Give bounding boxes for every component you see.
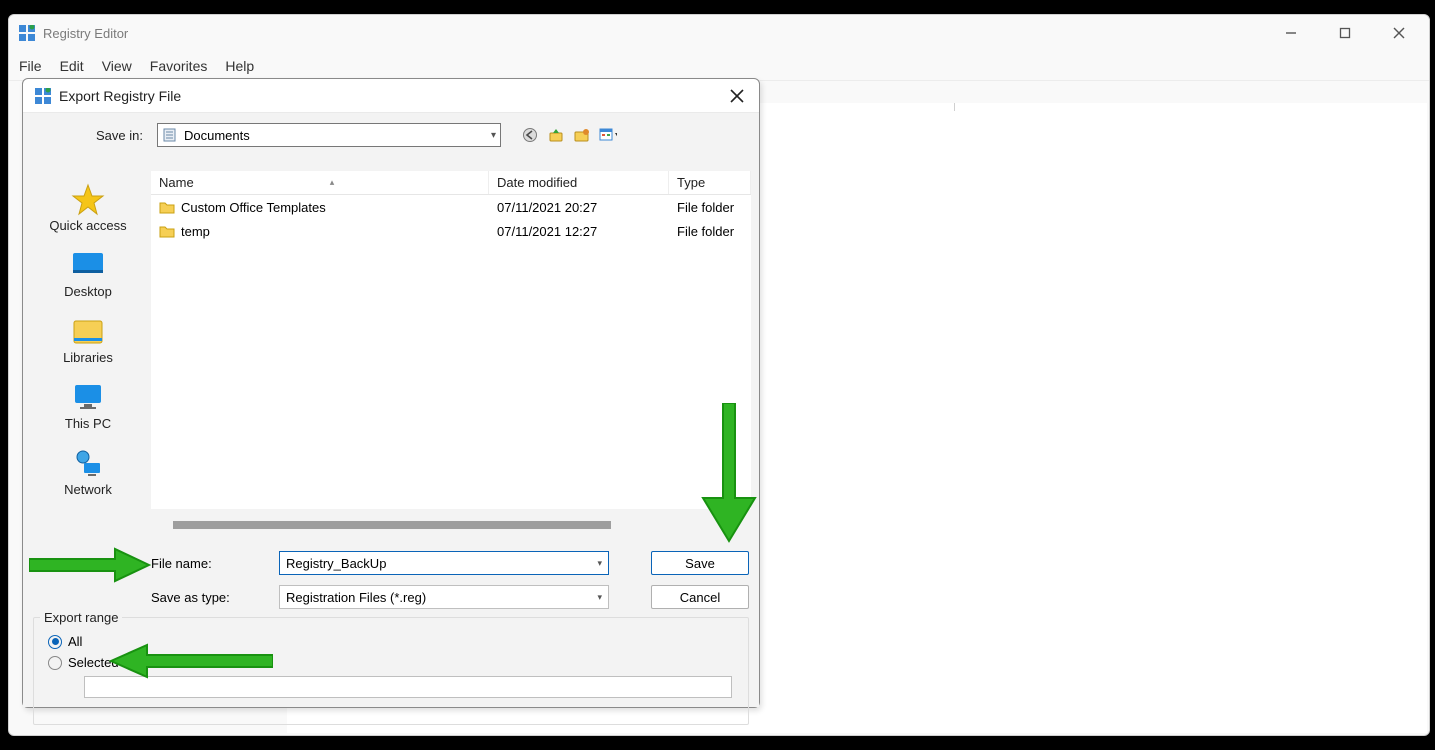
main-titlebar: Registry Editor [9, 15, 1429, 51]
back-icon[interactable] [521, 126, 539, 144]
radio-selected-label: Selected branch [68, 655, 162, 670]
sidebar-item-label: Desktop [64, 284, 112, 299]
save-as-type-value: Registration Files (*.reg) [286, 590, 597, 605]
minimize-button[interactable] [1279, 21, 1303, 45]
menu-favorites[interactable]: Favorites [150, 58, 208, 74]
annotation-arrow-filename [29, 547, 151, 583]
up-one-level-icon[interactable] [547, 126, 565, 144]
file-type: File folder [669, 224, 751, 239]
save-as-type-row: Save as type: Registration Files (*.reg)… [151, 585, 609, 609]
menu-edit[interactable]: Edit [60, 58, 84, 74]
desktop-icon [69, 249, 107, 281]
cancel-button[interactable]: Cancel [651, 585, 749, 609]
file-date: 07/11/2021 12:27 [489, 224, 669, 239]
monitor-icon [69, 381, 107, 413]
menu-help[interactable]: Help [225, 58, 254, 74]
chevron-down-icon: ▾ [597, 592, 602, 603]
sidebar-item-label: Network [64, 482, 112, 497]
column-headers: Name▴ Date modified Type [151, 171, 751, 195]
menubar: File Edit View Favorites Help [9, 51, 1429, 81]
sidebar-this-pc[interactable]: This PC [31, 377, 145, 435]
dialog-titlebar[interactable]: Export Registry File [23, 79, 759, 113]
file-date: 07/11/2021 20:27 [489, 200, 669, 215]
radio-all-label: All [68, 634, 82, 649]
folder-icon [159, 224, 175, 238]
dialog-body: Save in: Documents ▾ Quick access Deskto… [23, 113, 759, 707]
file-name: temp [181, 224, 210, 239]
folder-icon [159, 200, 175, 214]
save-as-type-select[interactable]: Registration Files (*.reg) ▾ [279, 585, 609, 609]
toolbar-icons [521, 126, 617, 144]
column-date-modified[interactable]: Date modified [489, 171, 669, 194]
save-in-value: Documents [184, 128, 485, 143]
maximize-button[interactable] [1333, 21, 1357, 45]
save-in-label: Save in: [23, 128, 151, 143]
file-list[interactable]: Name▴ Date modified Type Custom Office T… [151, 171, 751, 509]
sidebar-quick-access[interactable]: Quick access [31, 179, 145, 237]
file-name-label: File name: [151, 556, 279, 571]
radio-icon [48, 656, 62, 670]
save-button[interactable]: Save [651, 551, 749, 575]
sidebar-desktop[interactable]: Desktop [31, 245, 145, 303]
selected-branch-input[interactable] [84, 676, 732, 698]
export-range-legend: Export range [40, 610, 122, 625]
radio-icon [48, 635, 62, 649]
sidebar-network[interactable]: Network [31, 443, 145, 501]
sidebar-item-label: Libraries [63, 350, 113, 365]
radio-all[interactable]: All [48, 634, 734, 649]
save-as-type-label: Save as type: [151, 590, 279, 605]
chevron-down-icon: ▾ [597, 558, 602, 569]
chevron-down-icon: ▾ [491, 130, 496, 141]
menu-view[interactable]: View [102, 58, 132, 74]
export-registry-dialog: Export Registry File Save in: Documents … [22, 78, 760, 708]
documents-icon [162, 127, 178, 143]
column-type[interactable]: Type [669, 171, 751, 194]
close-button[interactable] [1387, 21, 1411, 45]
regedit-icon [35, 88, 51, 104]
radio-selected-branch[interactable]: Selected branch [48, 655, 734, 670]
export-range-group: Export range All Selected branch [33, 617, 749, 725]
main-window-title: Registry Editor [43, 26, 1279, 41]
sort-ascending-icon: ▴ [330, 177, 335, 188]
save-in-dropdown[interactable]: Documents ▾ [157, 123, 501, 147]
file-name-combobox[interactable]: ▾ [279, 551, 609, 575]
file-name-row: File name: ▾ [151, 551, 609, 575]
regedit-icon [19, 25, 35, 41]
save-in-row: Save in: Documents ▾ [23, 113, 759, 157]
horizontal-scrollbar[interactable] [173, 521, 611, 529]
view-menu-icon[interactable] [599, 126, 617, 144]
sidebar-libraries[interactable]: Libraries [31, 311, 145, 369]
dialog-close-button[interactable] [727, 86, 747, 106]
sidebar-item-label: This PC [65, 416, 111, 431]
dialog-title: Export Registry File [59, 88, 727, 104]
libraries-icon [69, 315, 107, 347]
file-name-input[interactable] [286, 556, 597, 571]
sidebar-item-label: Quick access [49, 218, 126, 233]
network-icon [69, 447, 107, 479]
star-icon [69, 183, 107, 215]
file-row[interactable]: temp 07/11/2021 12:27 File folder [151, 219, 751, 243]
file-row[interactable]: Custom Office Templates 07/11/2021 20:27… [151, 195, 751, 219]
places-sidebar: Quick access Desktop Libraries This PC N… [31, 179, 145, 501]
menu-file[interactable]: File [19, 58, 42, 74]
column-name[interactable]: Name▴ [151, 171, 489, 194]
divider [954, 103, 955, 111]
file-type: File folder [669, 200, 751, 215]
file-name: Custom Office Templates [181, 200, 326, 215]
new-folder-icon[interactable] [573, 126, 591, 144]
